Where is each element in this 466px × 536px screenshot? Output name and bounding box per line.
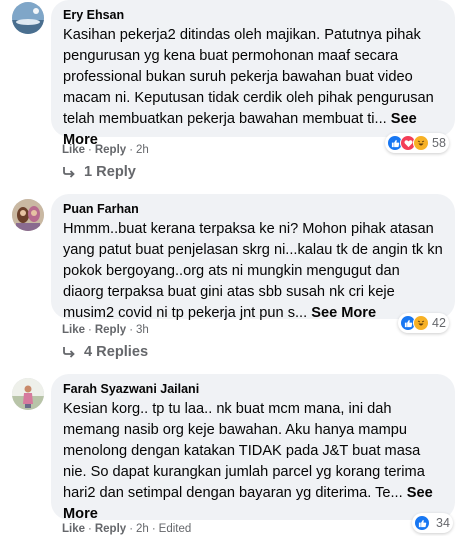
haha-icon xyxy=(413,315,429,331)
like-button[interactable]: Like xyxy=(62,324,85,336)
separator-dot: · xyxy=(129,144,134,156)
comment-body: Kasihan pekerja2 ditindas oleh majikan. … xyxy=(63,27,434,127)
like-button[interactable]: Like xyxy=(62,523,85,535)
view-replies-link[interactable]: 1 Reply xyxy=(62,164,136,180)
comment-bubble: Ery Ehsan Kasihan pekerja2 ditindas oleh… xyxy=(51,0,455,148)
comment-body: Hmmm..buat kerana terpaksa ke ni? Mohon … xyxy=(63,221,443,321)
reply-button[interactable]: Reply xyxy=(95,324,126,336)
comment-actions: Like · Reply · 3h xyxy=(62,323,149,337)
reaction-summary[interactable]: 42 xyxy=(398,313,449,333)
separator-dot: · xyxy=(151,523,156,535)
reaction-count: 42 xyxy=(432,316,446,330)
comment-time[interactable]: 3h xyxy=(136,324,149,336)
comment-author[interactable]: Ery Ehsan xyxy=(63,7,443,23)
reaction-summary[interactable]: 58 xyxy=(385,133,449,153)
comment-time[interactable]: 2h xyxy=(136,523,149,535)
separator-dot: · xyxy=(129,324,134,336)
separator-dot: · xyxy=(129,523,134,535)
comment-time[interactable]: 2h xyxy=(136,144,149,156)
reaction-count: 34 xyxy=(436,516,450,530)
comment-bubble: Farah Syazwani Jailani Kesian korg.. tp … xyxy=(51,374,455,522)
comment-body: Kesian korg.. tp tu laa.. nk buat mcm ma… xyxy=(63,401,425,501)
separator-dot: · xyxy=(88,523,92,535)
reaction-summary[interactable]: 34 xyxy=(412,513,453,533)
avatar[interactable] xyxy=(12,199,44,231)
like-icon xyxy=(414,515,430,531)
like-button[interactable]: Like xyxy=(62,144,85,156)
comment-author[interactable]: Puan Farhan xyxy=(63,201,443,217)
reply-arrow-icon xyxy=(63,347,75,358)
separator-dot: · xyxy=(88,324,92,336)
avatar[interactable] xyxy=(12,378,44,410)
comment-text: Kasihan pekerja2 ditindas oleh majikan. … xyxy=(63,25,443,151)
comment-text: Hmmm..buat kerana terpaksa ke ni? Mohon … xyxy=(63,219,443,324)
comment-bubble: Puan Farhan Hmmm..buat kerana terpaksa k… xyxy=(51,194,455,321)
comment-author[interactable]: Farah Syazwani Jailani xyxy=(63,381,443,397)
reply-button[interactable]: Reply xyxy=(95,144,126,156)
see-more-link[interactable]: See More xyxy=(311,305,376,321)
reaction-count: 58 xyxy=(432,136,446,150)
avatar[interactable] xyxy=(12,2,44,34)
comment-actions: Like · Reply · 2h xyxy=(62,143,149,157)
edited-label[interactable]: Edited xyxy=(159,523,192,535)
replies-label: 1 Reply xyxy=(84,164,136,180)
comment-actions: Like · Reply · 2h · Edited xyxy=(62,522,191,536)
reply-button[interactable]: Reply xyxy=(95,523,126,535)
separator-dot: · xyxy=(88,144,92,156)
reply-arrow-icon xyxy=(63,167,75,178)
haha-icon xyxy=(413,135,429,151)
view-replies-link[interactable]: 4 Replies xyxy=(62,344,148,360)
comment-text: Kesian korg.. tp tu laa.. nk buat mcm ma… xyxy=(63,399,443,525)
replies-label: 4 Replies xyxy=(84,344,149,360)
